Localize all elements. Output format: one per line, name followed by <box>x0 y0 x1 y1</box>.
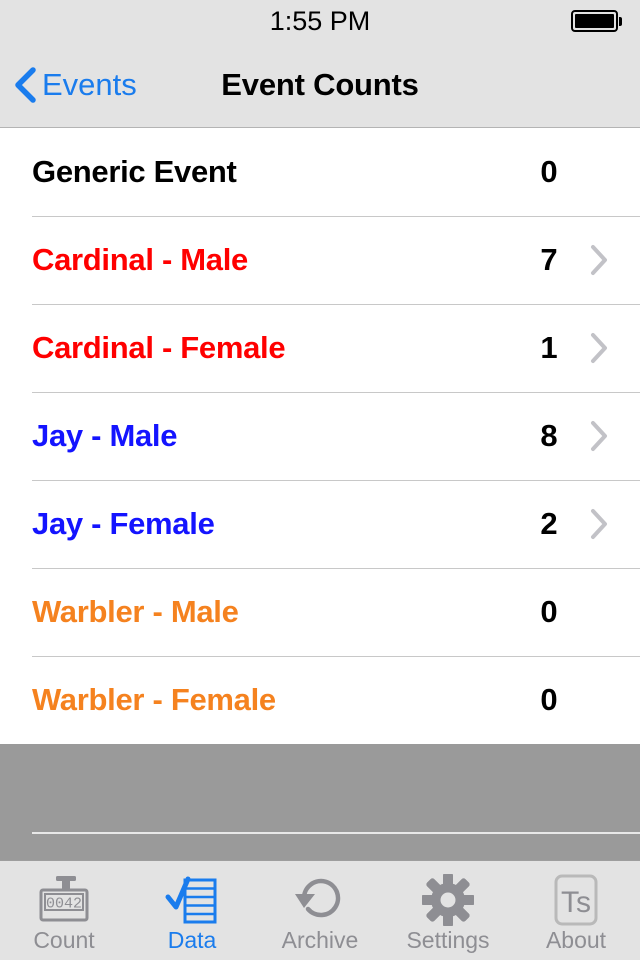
chevron-left-icon <box>14 66 36 103</box>
battery-full-icon <box>571 10 622 32</box>
table-row[interactable]: Jay - Female 2 <box>0 480 640 568</box>
svg-text:Ts: Ts <box>561 886 591 919</box>
row-label: Warbler - Female <box>32 682 276 717</box>
checklist-table-icon <box>164 873 220 927</box>
row-count: 1 <box>540 330 558 365</box>
app-screen: 1:55 PM Events Event Counts Generic Even… <box>0 0 640 960</box>
table-row[interactable]: Jay - Male 8 <box>0 392 640 480</box>
row-count: 8 <box>540 418 558 453</box>
row-count: 2 <box>540 506 558 541</box>
tally-counter-icon: 0042 <box>36 873 92 927</box>
empty-list-backdrop <box>0 744 640 860</box>
chevron-right-icon[interactable] <box>576 508 622 540</box>
status-bar: 1:55 PM <box>0 0 640 42</box>
backdrop-separator <box>32 832 640 834</box>
table-row: Warbler - Female 0 <box>0 656 640 744</box>
back-button[interactable]: Events <box>14 67 137 103</box>
row-label: Jay - Female <box>32 506 215 541</box>
undo-arrow-icon <box>294 873 346 927</box>
status-bar-time: 1:55 PM <box>269 5 371 36</box>
row-count: 0 <box>540 682 558 717</box>
tab-about[interactable]: Ts About <box>512 861 640 960</box>
row-label: Jay - Male <box>32 418 178 453</box>
row-count: 7 <box>540 242 558 277</box>
back-button-label: Events <box>42 66 137 102</box>
disclosure-placeholder <box>576 684 622 716</box>
tab-archive[interactable]: Archive <box>256 861 384 960</box>
tab-data[interactable]: Data <box>128 861 256 960</box>
tab-label: Data <box>167 927 217 953</box>
table-row: Warbler - Male 0 <box>0 568 640 656</box>
table-row[interactable]: Cardinal - Female 1 <box>0 304 640 392</box>
tab-label: Archive <box>281 927 359 953</box>
row-label: Cardinal - Female <box>32 330 286 365</box>
tab-label: Count <box>33 927 95 953</box>
chevron-right-icon[interactable] <box>576 244 622 276</box>
table-row[interactable]: Cardinal - Male 7 <box>0 216 640 304</box>
row-label: Cardinal - Male <box>32 242 248 277</box>
table-body: Generic Event 0 Cardinal - Male 7 Cardinal -… <box>0 128 640 744</box>
svg-text:0042: 0042 <box>46 896 82 913</box>
tab-settings[interactable]: Settings <box>384 861 512 960</box>
row-count: 0 <box>540 154 558 189</box>
event-counts-list[interactable]: Generic Event 0 Cardinal - Male 7 Cardinal -… <box>0 128 640 860</box>
row-label: Warbler - Male <box>32 594 239 629</box>
ts-badge-icon: Ts <box>554 873 598 927</box>
chevron-right-icon[interactable] <box>576 420 622 452</box>
tab-count[interactable]: 0042 Count <box>0 861 128 960</box>
tab-label: Settings <box>406 927 490 953</box>
tab-bar: 0042 Count Data Archive Settings Ts About <box>0 860 640 960</box>
navigation-bar: Events Event Counts <box>0 42 640 128</box>
disclosure-placeholder <box>576 156 622 188</box>
gear-icon <box>422 873 474 927</box>
row-count: 0 <box>540 594 558 629</box>
row-label: Generic Event <box>32 154 237 189</box>
chevron-right-icon[interactable] <box>576 332 622 364</box>
disclosure-placeholder <box>576 596 622 628</box>
table-row: Generic Event 0 <box>0 128 640 216</box>
tab-label: About <box>545 927 607 953</box>
